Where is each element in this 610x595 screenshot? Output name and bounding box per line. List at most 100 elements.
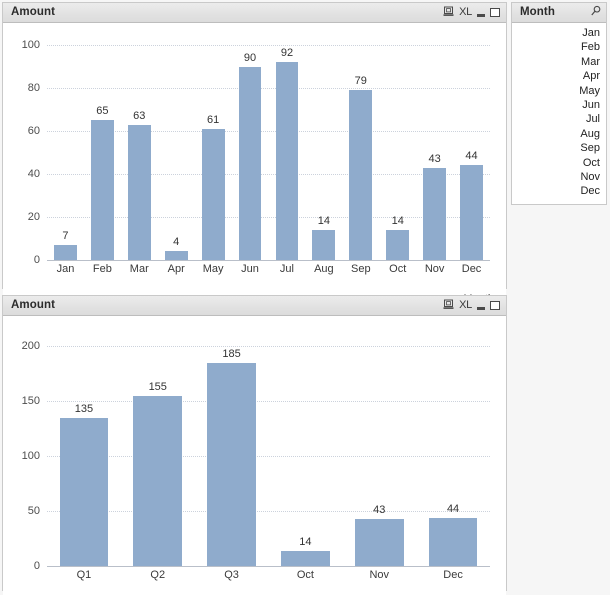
bar-value-label: 135 <box>74 402 94 415</box>
x-axis-line <box>47 566 490 567</box>
bar-value-label: 44 <box>446 502 460 515</box>
bar[interactable] <box>127 124 151 260</box>
gridline <box>47 346 490 347</box>
chart-period-plot-area: 0 50 100 150 200 135 Q1 155 Q2 185 Q3 14 Oct 43 Nov 44 D… <box>22 340 490 581</box>
bar-value-label: 79 <box>354 75 367 88</box>
chart-month-plot-area: 0 20 40 60 80 100 7 Jan 65 Feb 63 Mar 4 Apr 61 May 90 Jun… <box>22 39 490 275</box>
bar-value-label: 14 <box>391 214 404 227</box>
y-axis-tick-label: 20 <box>27 211 40 223</box>
listbox-item[interactable]: Mar <box>514 55 604 69</box>
bar-value-label: 43 <box>428 152 441 165</box>
chart-period-titlebar[interactable]: Amount XL <box>3 296 506 316</box>
x-axis-tick-label: Q1 <box>76 569 92 581</box>
x-axis-tick-label: May <box>202 263 224 275</box>
listbox-item[interactable]: Jul <box>514 112 604 126</box>
bar[interactable] <box>59 417 109 566</box>
bar-value-label: 185 <box>222 347 241 360</box>
x-axis-tick-label: Jan <box>56 263 75 275</box>
minimize-icon[interactable] <box>477 13 485 17</box>
listbox-month-titlebar[interactable]: Month <box>512 3 606 23</box>
chart-month-title-icons: XL <box>443 4 502 22</box>
bar-value-label: 92 <box>280 47 294 60</box>
y-axis-tick-label: 100 <box>21 450 40 462</box>
x-axis-tick-label: Feb <box>92 263 112 275</box>
bar[interactable] <box>281 550 330 566</box>
x-axis-tick-label: Oct <box>389 263 407 275</box>
maximize-icon[interactable] <box>490 301 500 310</box>
x-axis-tick-label: Dec <box>443 569 463 581</box>
x-axis-tick-label: Jul <box>279 263 294 275</box>
listbox-item[interactable]: Apr <box>514 69 604 83</box>
bar[interactable] <box>133 395 183 566</box>
bar[interactable] <box>386 229 410 260</box>
x-axis-tick-label: Apr <box>167 263 185 275</box>
chart-panel-period: Amount XL 0 50 100 150 200 135 Q1 155 Q2 185 Q3 14 O… <box>2 295 507 595</box>
listbox-item[interactable]: Feb <box>514 40 604 54</box>
bar[interactable] <box>312 229 336 260</box>
x-axis-tick-label: Nov <box>369 569 390 581</box>
maximize-icon[interactable] <box>490 8 500 17</box>
x-axis-tick-label: Nov <box>424 263 445 275</box>
bar[interactable] <box>164 251 188 260</box>
x-axis-tick-label: Oct <box>296 569 314 581</box>
bar[interactable] <box>275 62 299 260</box>
bar-value-label: 90 <box>243 51 257 64</box>
x-axis-tick-label: Sep <box>350 263 371 275</box>
x-axis-tick-label: Aug <box>314 263 334 275</box>
x-axis-tick-label: Dec <box>461 263 482 275</box>
x-axis-tick-label: Mar <box>129 263 149 275</box>
bar-value-label: 65 <box>96 105 109 118</box>
y-axis-tick-label: 0 <box>33 560 40 572</box>
bar-value-label: 14 <box>317 214 330 227</box>
chart-period-title-icons: XL <box>443 297 502 315</box>
listbox-item[interactable]: Sep <box>514 141 604 155</box>
y-axis-tick-label: 0 <box>33 254 40 266</box>
x-axis-tick-label: Jun <box>241 263 259 275</box>
bar[interactable] <box>54 244 77 260</box>
listbox-panel-month: Month Jan Feb Mar Apr May Jun Jul Aug Sep Oct Nov D… <box>511 2 607 205</box>
listbox-item[interactable]: Nov <box>514 170 604 184</box>
gridline <box>47 456 490 457</box>
listbox-item[interactable]: Aug <box>514 127 604 141</box>
x-axis-tick-label: Q3 <box>224 569 239 581</box>
bar[interactable] <box>460 165 483 260</box>
bar-value-label: 7 <box>62 229 69 242</box>
search-icon[interactable] <box>590 4 602 22</box>
chart-panel-month: Amount XL 0 20 40 60 80 100 7 Jan 65 Feb 63 Mar 4 Apr… <box>2 2 507 308</box>
bar[interactable] <box>354 518 404 566</box>
bar[interactable] <box>207 362 256 566</box>
chart-month-body: 0 20 40 60 80 100 7 Jan 65 Feb 63 Mar 4 Apr 61 May 90 Jun… <box>3 23 506 308</box>
bar[interactable] <box>423 167 447 260</box>
chart-month-titlebar[interactable]: Amount XL <box>3 3 506 23</box>
bar-value-label: 155 <box>148 380 167 393</box>
bar[interactable] <box>90 120 114 260</box>
chart-month-title: Amount <box>11 5 56 18</box>
listbox-month-title: Month <box>520 5 555 18</box>
y-axis-tick-label: 150 <box>21 395 40 407</box>
bar[interactable] <box>349 90 373 260</box>
excel-export-icon[interactable]: XL <box>459 300 472 311</box>
chart-period-title: Amount <box>11 298 56 311</box>
listbox-month-items[interactable]: Jan Feb Mar Apr May Jun Jul Aug Sep Oct Nov Dec <box>512 23 606 204</box>
app-root: Amount XL 0 20 40 60 80 100 7 Jan 65 Feb 63 Mar 4 Apr… <box>0 0 610 595</box>
listbox-item[interactable]: Oct <box>514 156 604 170</box>
bar[interactable] <box>201 128 225 260</box>
bar-value-label: 14 <box>299 535 312 548</box>
x-axis-tick-label: Q2 <box>150 569 166 581</box>
bar-value-label: 61 <box>206 113 220 126</box>
gridline <box>47 45 490 46</box>
y-axis-tick-label: 50 <box>27 505 40 517</box>
bar[interactable] <box>238 66 262 260</box>
export-icon[interactable] <box>443 297 454 315</box>
export-icon[interactable] <box>443 4 454 22</box>
y-axis-tick-label: 100 <box>21 39 40 51</box>
minimize-icon[interactable] <box>477 306 485 310</box>
excel-export-icon[interactable]: XL <box>459 7 472 18</box>
listbox-item[interactable]: Jan <box>514 26 604 40</box>
y-axis-tick-label: 60 <box>27 125 40 137</box>
y-axis-tick-label: 80 <box>27 82 40 94</box>
listbox-item[interactable]: Jun <box>514 98 604 112</box>
listbox-item[interactable]: Dec <box>514 184 604 198</box>
listbox-item[interactable]: May <box>514 84 604 98</box>
bar[interactable] <box>428 517 478 566</box>
